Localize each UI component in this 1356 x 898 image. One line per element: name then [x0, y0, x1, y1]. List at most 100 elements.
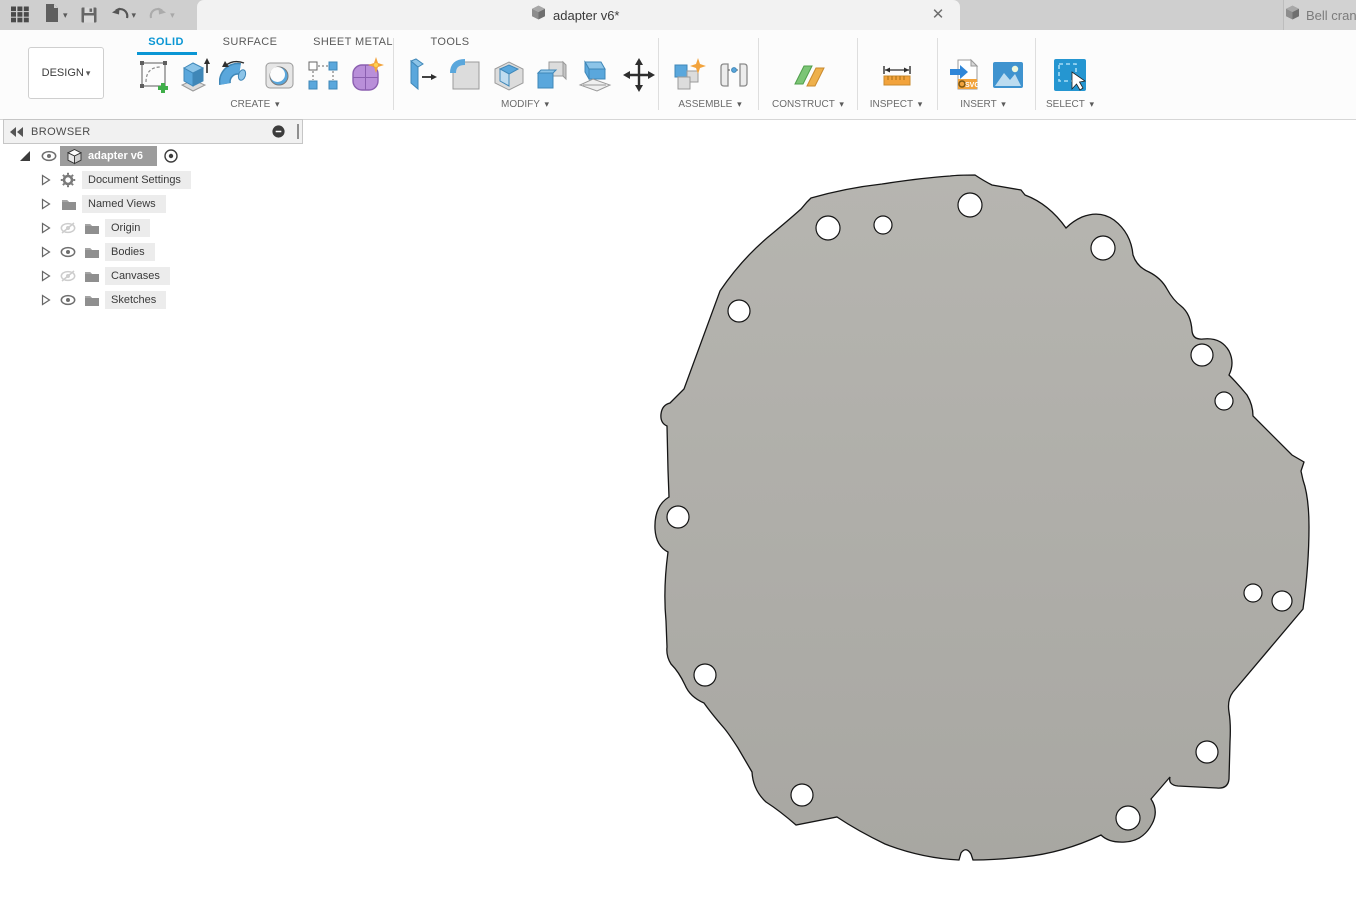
scrollbar-thumb[interactable] [297, 124, 299, 139]
adapter-plate-body[interactable] [655, 175, 1309, 860]
browser-title: BROWSER [31, 126, 91, 138]
move-copy-button[interactable] [621, 56, 657, 96]
bolt-hole[interactable] [728, 300, 750, 322]
browser-item-named-views[interactable]: Named Views [3, 192, 303, 216]
document-cube-icon [530, 4, 547, 26]
hole-button[interactable] [262, 56, 298, 96]
insert-svg-button[interactable]: SVG [948, 56, 984, 96]
expand-collapse-icon[interactable] [18, 148, 32, 164]
browser-item-bodies[interactable]: Bodies [3, 240, 303, 264]
group-label-inspect[interactable]: INSPECT ▾ [870, 99, 922, 110]
extrude-button[interactable] [176, 56, 212, 96]
tab-surface[interactable]: SURFACE [223, 36, 278, 48]
shell-icon [491, 81, 527, 98]
eye-icon[interactable] [59, 220, 77, 236]
group-label-construct[interactable]: CONSTRUCT ▾ [772, 99, 844, 110]
split-body-button[interactable] [577, 56, 613, 96]
bolt-hole[interactable] [816, 216, 840, 240]
browser-root-row[interactable]: adapter v6 [3, 144, 303, 168]
save-button[interactable] [77, 2, 101, 28]
bolt-hole[interactable] [1191, 344, 1213, 366]
bolt-hole[interactable] [1215, 392, 1233, 410]
bolt-hole[interactable] [694, 664, 716, 686]
bolt-hole[interactable] [1116, 806, 1140, 830]
construct-plane-icon [791, 81, 827, 98]
bolt-hole[interactable] [1244, 584, 1262, 602]
redo-button[interactable]: ▾ [145, 2, 178, 28]
eye-icon[interactable] [59, 292, 77, 308]
browser-item-canvases[interactable]: Canvases [3, 264, 303, 288]
measure-button[interactable] [879, 56, 915, 96]
item-label[interactable]: Sketches [105, 291, 166, 309]
expand-icon[interactable] [38, 172, 52, 188]
tab-solid[interactable]: SOLID [148, 36, 184, 48]
item-label[interactable]: Canvases [105, 267, 170, 285]
item-label[interactable]: Document Settings [82, 171, 191, 189]
group-label-create[interactable]: CREATE ▾ [230, 99, 279, 110]
select-button[interactable] [1052, 56, 1088, 96]
chevron-down-icon[interactable]: ▾ [63, 11, 68, 20]
tab-sheet-metal[interactable]: SHEET METAL [313, 36, 393, 48]
expand-icon[interactable] [38, 244, 52, 260]
fillet-button[interactable] [448, 56, 484, 96]
expand-icon[interactable] [38, 268, 52, 284]
gear-icon [60, 172, 76, 188]
revolve-button[interactable] [219, 56, 255, 96]
bolt-hole[interactable] [1196, 741, 1218, 763]
root-component-selected[interactable]: adapter v6 [60, 146, 157, 166]
title-bar: ▾ ▾ ▾ adapter v6* ✕ Bell cran [0, 0, 1356, 30]
file-menu-button[interactable]: ▾ [40, 2, 71, 28]
item-label[interactable]: Origin [105, 219, 150, 237]
eye-icon[interactable] [59, 244, 77, 260]
item-label[interactable]: Bodies [105, 243, 155, 261]
design-dropdown[interactable]: DESIGN ▾ [28, 47, 104, 99]
bolt-hole[interactable] [1091, 236, 1115, 260]
close-icon[interactable]: ✕ [928, 5, 948, 25]
group-label-select[interactable]: SELECT ▾ [1046, 99, 1094, 110]
browser-item-document-settings[interactable]: Document Settings [3, 168, 303, 192]
eye-icon[interactable] [59, 268, 77, 284]
document-tab-inactive[interactable]: Bell cran [1283, 0, 1356, 30]
group-label-insert[interactable]: INSERT ▾ [960, 99, 1006, 110]
chevron-down-icon[interactable]: ▾ [132, 11, 137, 20]
insert-image-button[interactable] [990, 56, 1026, 96]
measure-icon [879, 81, 915, 98]
new-component-button[interactable] [671, 56, 707, 96]
undo-button[interactable]: ▾ [107, 2, 140, 28]
combine-button[interactable] [533, 56, 569, 96]
quick-access-toolbar: ▾ ▾ ▾ [0, 0, 178, 30]
joint-button[interactable] [716, 56, 752, 96]
bolt-hole[interactable] [791, 784, 813, 806]
bolt-hole[interactable] [958, 193, 982, 217]
browser-item-sketches[interactable]: Sketches [3, 288, 303, 312]
collapse-panel-icon[interactable] [9, 125, 25, 139]
press-pull-button[interactable] [404, 56, 440, 96]
group-label-modify[interactable]: MODIFY ▾ [501, 99, 549, 110]
expand-icon[interactable] [38, 196, 52, 212]
eye-icon[interactable] [40, 148, 56, 164]
document-tab-active[interactable]: adapter v6* ✕ [197, 0, 960, 30]
browser-item-origin[interactable]: Origin [3, 216, 303, 240]
new-component-icon [671, 81, 707, 98]
chevron-down-icon: ▾ [1089, 99, 1094, 109]
bolt-hole[interactable] [874, 216, 892, 234]
item-label[interactable]: Named Views [82, 195, 166, 213]
folder-icon [60, 196, 76, 212]
construct-plane-button[interactable] [791, 56, 827, 96]
rectangular-pattern-button[interactable] [305, 56, 341, 96]
shell-button[interactable] [491, 56, 527, 96]
create-sketch-button[interactable] [137, 56, 173, 96]
activate-radio-icon[interactable] [163, 148, 179, 164]
browser-header[interactable]: BROWSER [3, 119, 303, 144]
tab-tools[interactable]: TOOLS [430, 36, 469, 48]
bolt-hole[interactable] [1272, 591, 1292, 611]
display-settings-icon[interactable] [271, 124, 286, 139]
insert-svg-icon: SVG [948, 81, 984, 98]
bolt-hole[interactable] [667, 506, 689, 528]
expand-icon[interactable] [38, 292, 52, 308]
chevron-down-icon[interactable]: ▾ [170, 11, 175, 20]
expand-icon[interactable] [38, 220, 52, 236]
app-grid-icon[interactable] [8, 2, 34, 28]
group-label-assemble[interactable]: ASSEMBLE ▾ [678, 99, 741, 110]
create-form-button[interactable] [348, 56, 384, 96]
